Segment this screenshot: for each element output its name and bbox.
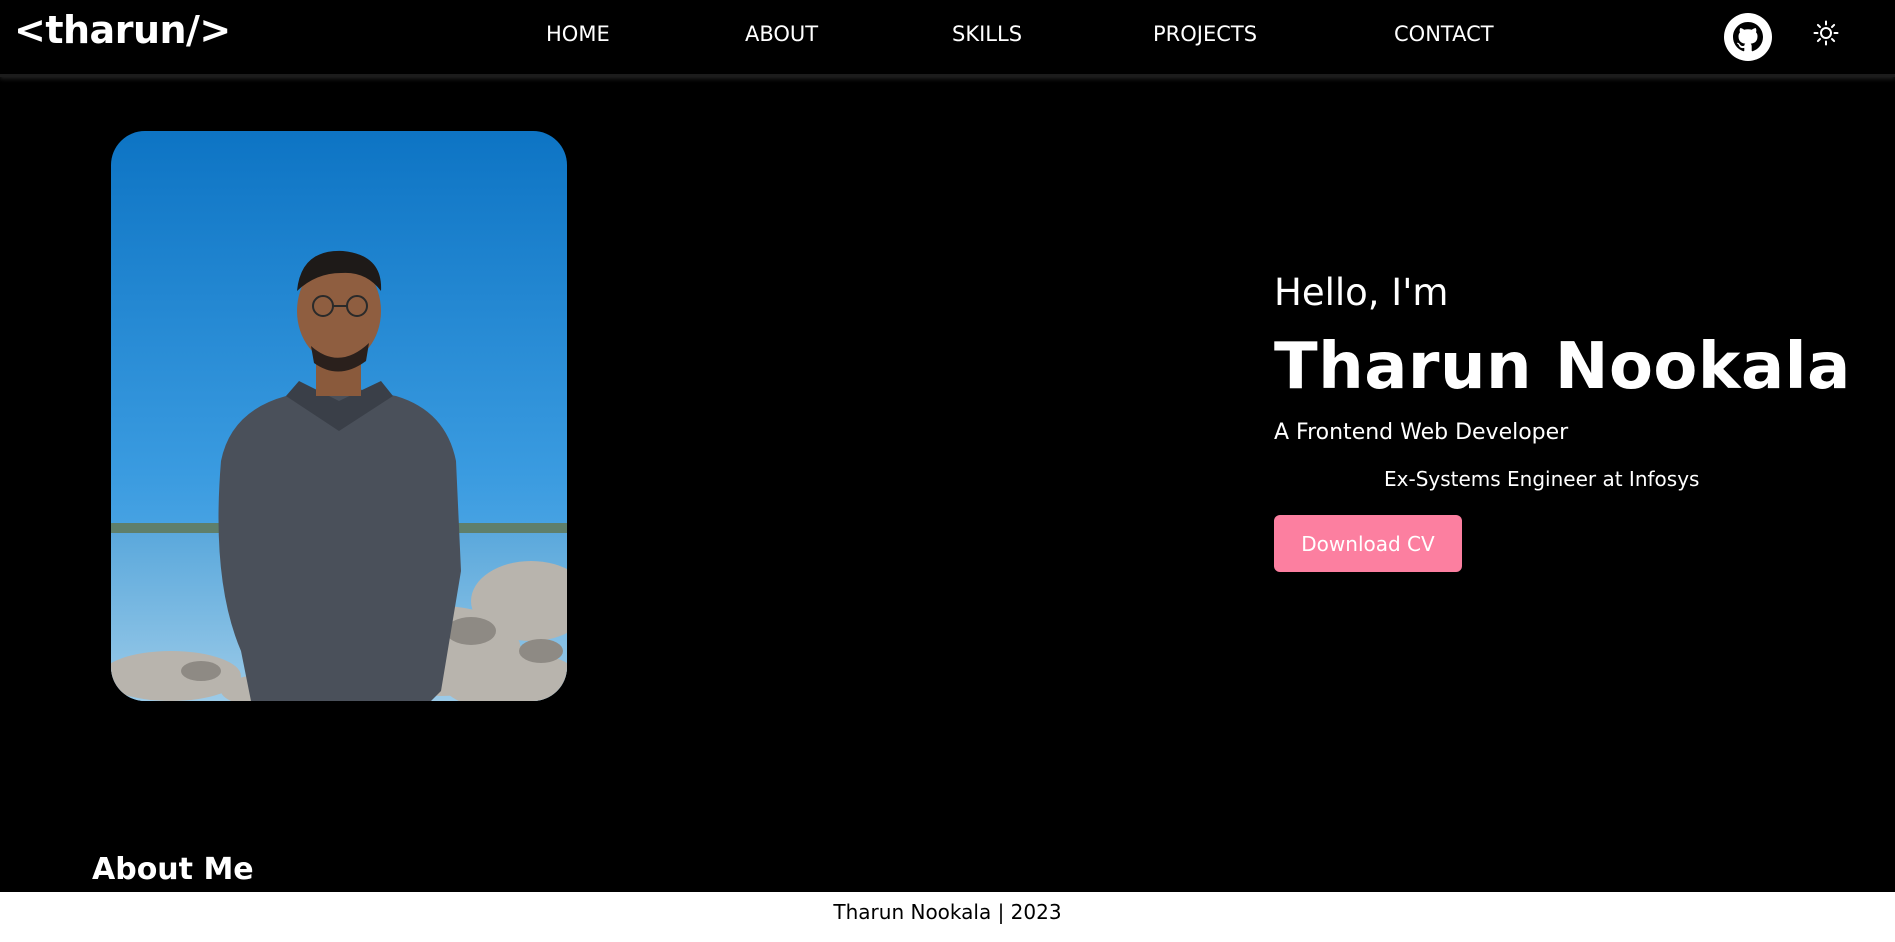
sun-icon[interactable] [1813, 20, 1839, 46]
nav-about[interactable]: ABOUT [745, 22, 818, 46]
profile-photo [111, 131, 567, 701]
site-logo[interactable]: <tharun/> [14, 8, 231, 52]
github-icon[interactable] [1723, 12, 1773, 62]
nav-home[interactable]: HOME [546, 22, 610, 46]
footer-text: Tharun Nookala | 2023 [833, 900, 1062, 924]
nav-skills[interactable]: SKILLS [952, 22, 1022, 46]
nav-projects[interactable]: PROJECTS [1153, 22, 1257, 46]
hero-name: Tharun Nookala [1274, 330, 1851, 404]
hero-experience: Ex-Systems Engineer at Infosys [1384, 467, 1700, 491]
hero-role: A Frontend Web Developer [1274, 420, 1569, 445]
navbar: <tharun/> HOME ABOUT SKILLS PROJECTS CON… [0, 0, 1895, 77]
footer: Tharun Nookala | 2023 [0, 892, 1895, 942]
download-cv-button[interactable]: Download CV [1274, 515, 1462, 572]
hero-greeting: Hello, I'm [1274, 271, 1449, 314]
nav-contact[interactable]: CONTACT [1394, 22, 1494, 46]
about-section-title: About Me [92, 852, 254, 887]
